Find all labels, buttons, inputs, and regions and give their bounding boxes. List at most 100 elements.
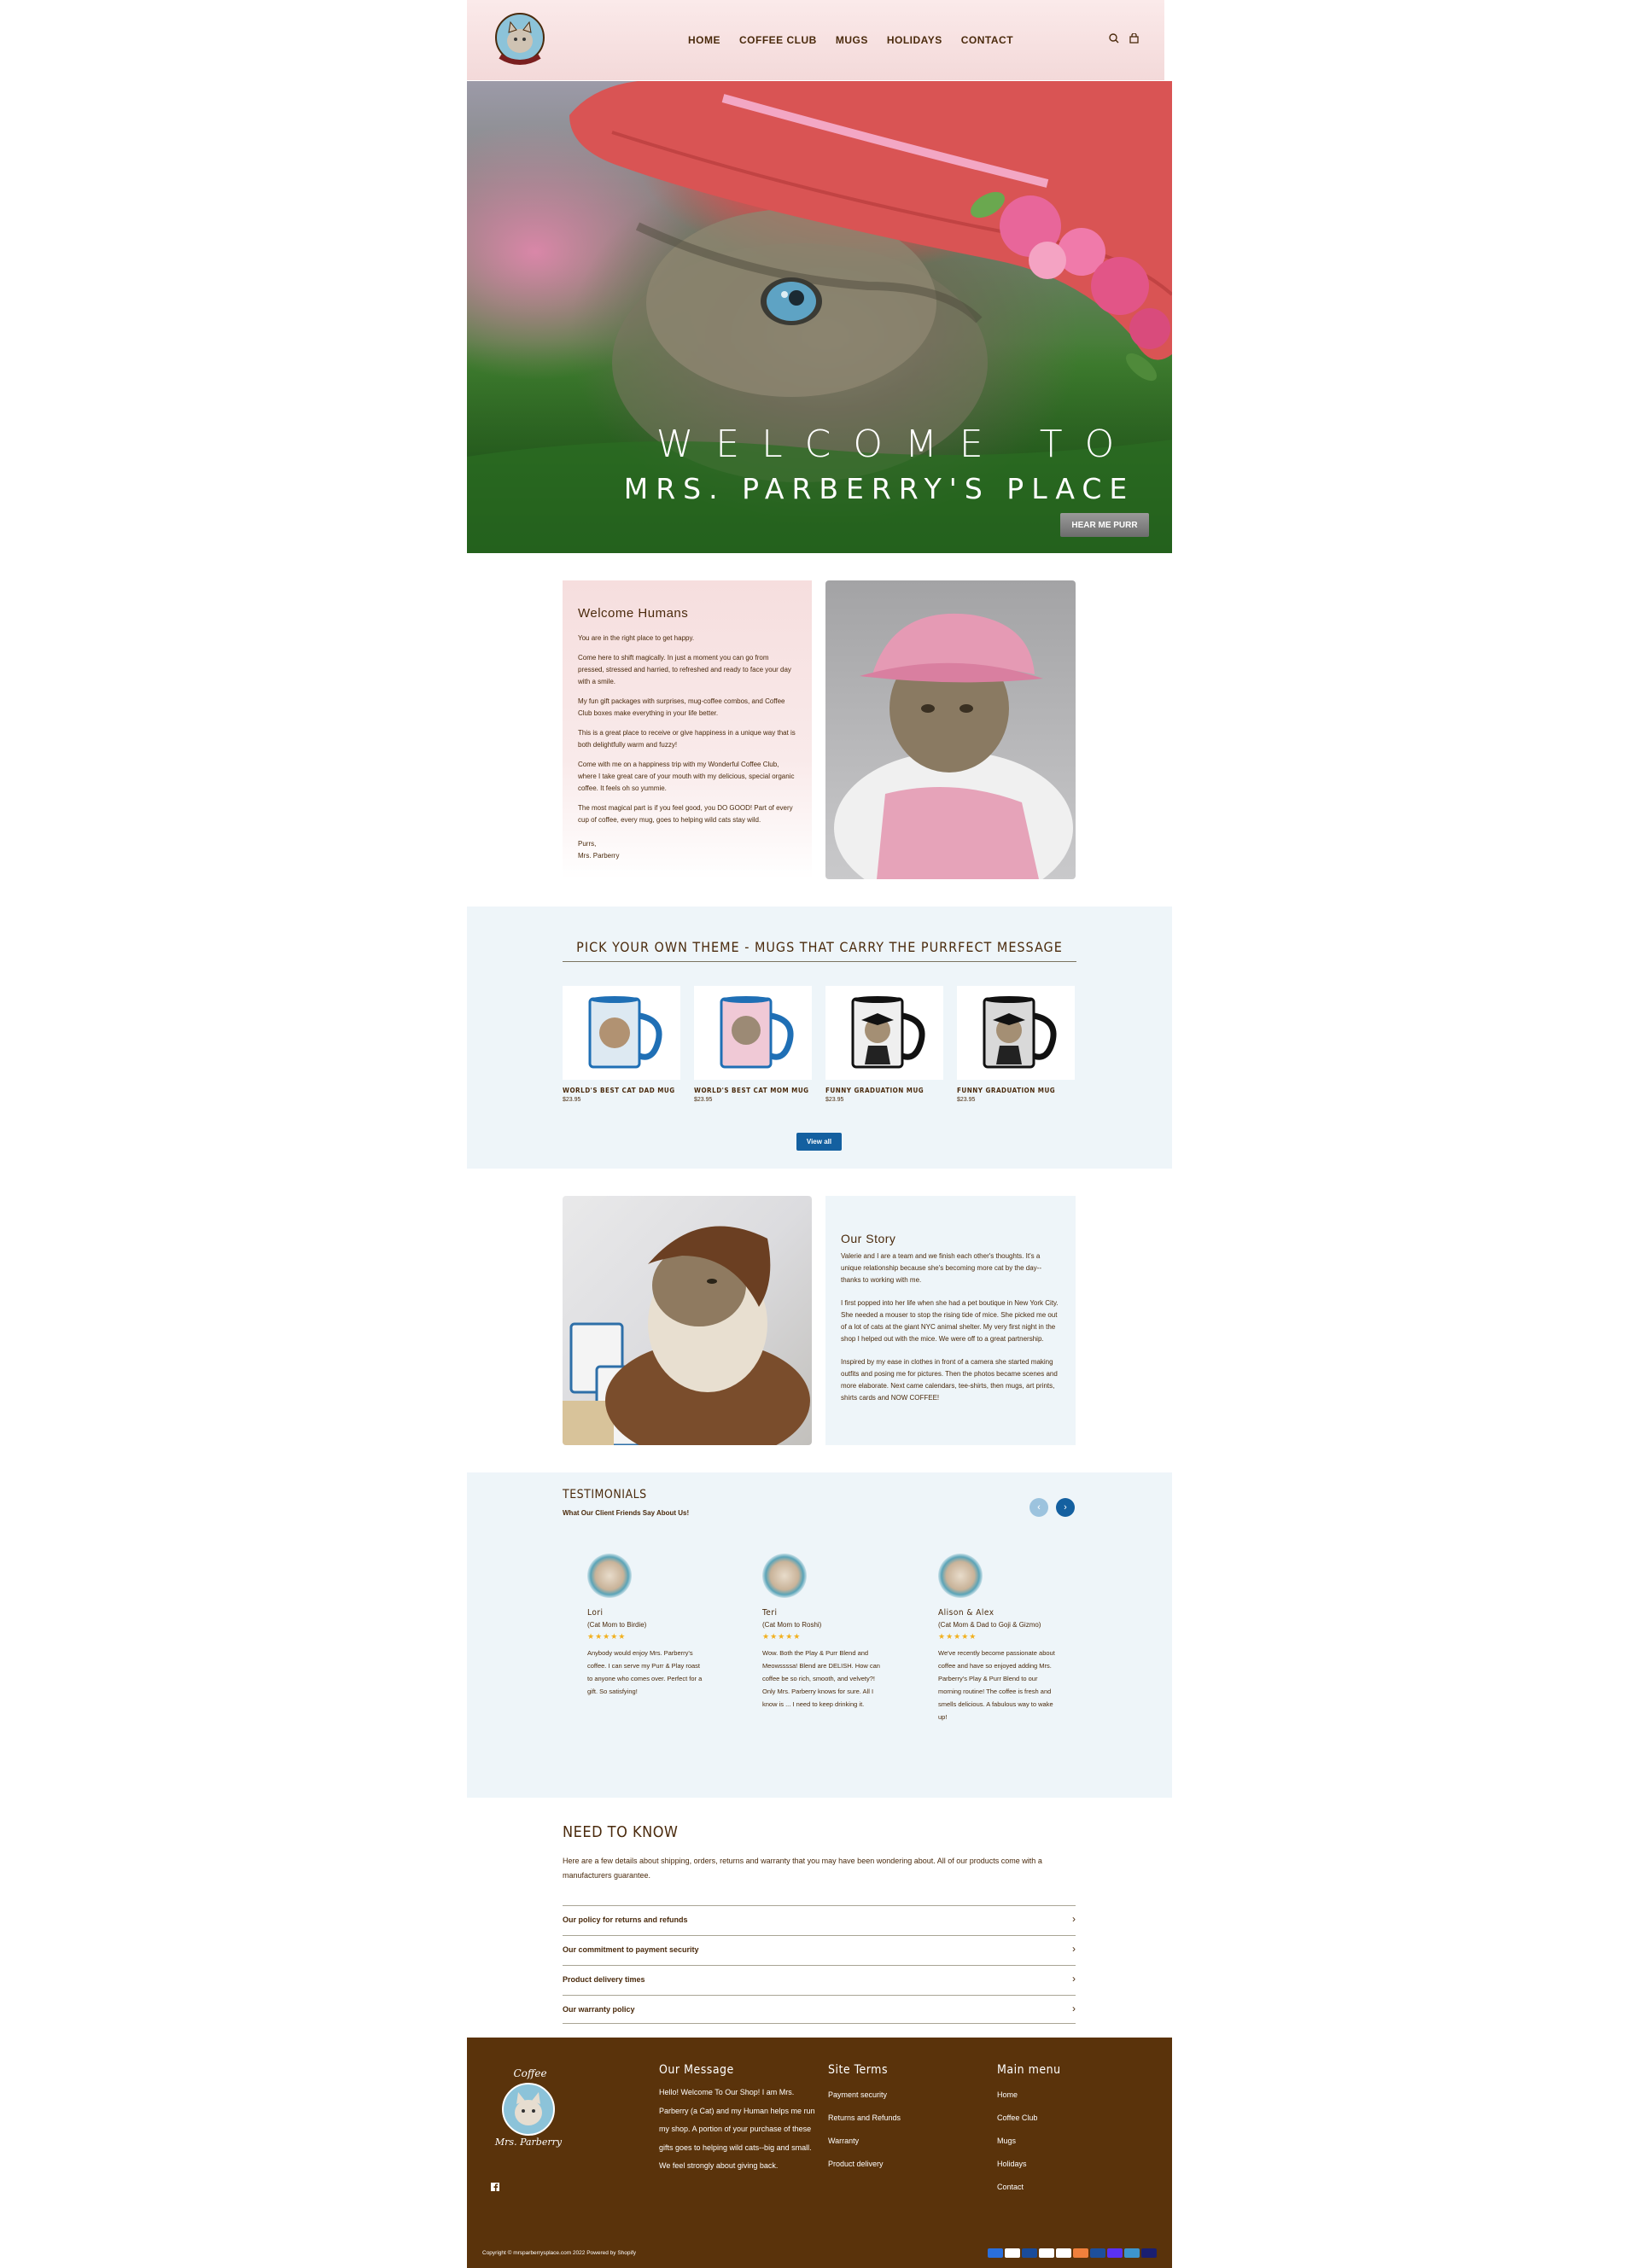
product-image[interactable] <box>563 986 680 1080</box>
nav-home[interactable]: HOME <box>688 34 720 46</box>
accordion-label[interactable]: Our policy for returns and refunds <box>563 1915 688 1924</box>
apple-pay-icon <box>1005 2248 1020 2258</box>
avatar <box>762 1554 807 1598</box>
chevron-right-icon[interactable]: › <box>1072 2003 1076 2014</box>
accordion-label[interactable]: Our commitment to payment security <box>563 1945 699 1954</box>
product-name[interactable]: WORLD'S BEST CAT MOM MUG <box>694 1087 812 1094</box>
product-image[interactable] <box>825 986 943 1080</box>
main-nav: HOME COFFEE CLUB MUGS HOLIDAYS CONTACT <box>688 34 1013 46</box>
footer-link-mugs[interactable]: Mugs <box>997 2130 1125 2153</box>
footer-logo-text: Mrs. Parberry <box>494 2137 563 2148</box>
google-pay-icon <box>1056 2248 1071 2258</box>
story-paragraph: Inspired by my ease in clothes in front … <box>841 1358 1058 1402</box>
footer-link-warranty[interactable]: Warranty <box>828 2130 956 2153</box>
star-rating: ★★★★★ <box>938 1632 977 1641</box>
testimonial-relation: (Cat Mom to Roshi) <box>762 1621 822 1629</box>
accordion-label[interactable]: Our warranty policy <box>563 2005 635 2014</box>
header-icons <box>1109 33 1139 44</box>
venmo-icon <box>1124 2248 1140 2258</box>
mugs-section-title: PICK YOUR OWN THEME - MUGS THAT CARRY TH… <box>576 939 1063 955</box>
next-arrow-button[interactable]: › <box>1056 1498 1075 1517</box>
paypal-icon <box>1090 2248 1105 2258</box>
footer-link-delivery[interactable]: Product delivery <box>828 2153 956 2176</box>
hero-subtitle: MRS. PARBERRY'S PLACE <box>623 472 1135 505</box>
facebook-icon[interactable] <box>491 2180 499 2195</box>
hero-title: WELCOME TO <box>656 423 1137 466</box>
nav-coffee-club[interactable]: COFFEE CLUB <box>739 34 817 46</box>
footer-link-home[interactable]: Home <box>997 2084 1125 2107</box>
accordion-label[interactable]: Product delivery times <box>563 1975 645 1984</box>
testimonial-name: Alison & Alex <box>938 1608 994 1618</box>
product-card[interactable]: WORLD'S BEST CAT MOM MUG $23.95 <box>694 986 812 1103</box>
accordion-delivery-times[interactable]: Product delivery times › <box>563 1965 1076 1994</box>
welcome-paragraph: Come with me on a happiness trip with my… <box>578 761 795 792</box>
testimonial-card: Alison & Alex (Cat Mom & Dad to Goji & G… <box>938 1554 1058 1723</box>
product-price: $23.95 <box>825 1097 844 1103</box>
nav-mugs[interactable]: MUGS <box>836 34 868 46</box>
footer-logo[interactable]: Coffee Mrs. Parberry <box>491 2065 566 2150</box>
accordion-payment-security[interactable]: Our commitment to payment security › <box>563 1935 1076 1964</box>
footer-link-payment-security[interactable]: Payment security <box>828 2084 956 2107</box>
logo[interactable] <box>490 7 550 73</box>
star-rating: ★★★★★ <box>762 1632 802 1641</box>
product-name[interactable]: WORLD'S BEST CAT DAD MUG <box>563 1087 680 1094</box>
welcome-paragraph: The most magical part is if you feel goo… <box>578 804 793 824</box>
product-image[interactable] <box>957 986 1075 1080</box>
product-card[interactable]: FUNNY GRADUATION MUG $23.95 <box>825 986 943 1103</box>
signoff-name: Mrs. Parberry <box>578 852 620 860</box>
product-price: $23.95 <box>957 1097 976 1103</box>
cat-in-pink-cap-photo <box>825 580 1076 879</box>
star-rating: ★★★★★ <box>587 1632 627 1641</box>
testimonials-title: TESTIMONIALS <box>563 1488 647 1501</box>
product-price: $23.95 <box>563 1097 581 1103</box>
footer-link-contact[interactable]: Contact <box>997 2176 1125 2199</box>
story-paragraph: Valerie and I are a team and we finish e… <box>841 1252 1041 1284</box>
signoff-purrs: Purrs, <box>578 840 597 848</box>
product-price: $23.95 <box>694 1097 713 1103</box>
view-all-button[interactable]: View all <box>796 1133 842 1151</box>
testimonials-subtitle: What Our Client Friends Say About Us! <box>563 1509 690 1517</box>
site-header: HOME COFFEE CLUB MUGS HOLIDAYS CONTACT <box>467 0 1164 80</box>
footer-link-returns[interactable]: Returns and Refunds <box>828 2107 956 2130</box>
product-card[interactable]: FUNNY GRADUATION MUG $23.95 <box>957 986 1075 1103</box>
product-image[interactable] <box>694 986 812 1080</box>
footer-logo-text: Coffee <box>513 2067 546 2079</box>
testimonial-relation: (Cat Mom to Birdie) <box>587 1621 647 1629</box>
testimonial-card: Lori (Cat Mom to Birdie) ★★★★★ Anybody w… <box>587 1554 707 1698</box>
testimonial-name: Teri <box>762 1608 778 1618</box>
footer-menu-column: Main menu Home Coffee Club Mugs Holidays… <box>997 2063 1125 2199</box>
welcome-card: Welcome Humans You are in the right plac… <box>563 580 812 879</box>
copyright-text: Copyright © mrsparberrysplace.com 2022 P… <box>482 2250 637 2256</box>
footer-link-coffee-club[interactable]: Coffee Club <box>997 2107 1125 2130</box>
product-card[interactable]: WORLD'S BEST CAT DAD MUG $23.95 <box>563 986 680 1103</box>
visa-icon <box>1141 2248 1157 2258</box>
accordion-returns[interactable]: Our policy for returns and refunds › <box>563 1905 1076 1934</box>
accordion-warranty[interactable]: Our warranty policy › <box>563 1995 1076 2024</box>
chevron-right-icon[interactable]: › <box>1072 1943 1076 1955</box>
product-name[interactable]: FUNNY GRADUATION MUG <box>957 1087 1075 1094</box>
search-icon[interactable] <box>1109 33 1119 44</box>
testimonial-text: We've recently become passionate about c… <box>938 1649 1055 1721</box>
testimonials-section: TESTIMONIALS What Our Client Friends Say… <box>467 1472 1172 1798</box>
nav-holidays[interactable]: HOLIDAYS <box>887 34 942 46</box>
nav-contact[interactable]: CONTACT <box>961 34 1013 46</box>
chevron-right-icon[interactable]: › <box>1072 1913 1076 1925</box>
footer-link-holidays[interactable]: Holidays <box>997 2153 1125 2176</box>
chevron-right-icon[interactable]: › <box>1072 1973 1076 1985</box>
avatar <box>938 1554 983 1598</box>
need-to-know-title: NEED TO KNOW <box>563 1823 679 1841</box>
prev-arrow-button[interactable]: ‹ <box>1029 1498 1048 1517</box>
footer-message-title: Our Message <box>659 2063 734 2077</box>
welcome-paragraph: Come here to shift magically. In just a … <box>578 654 791 685</box>
site-footer: Coffee Mrs. Parberry Our Message Hello! … <box>467 2038 1172 2268</box>
welcome-paragraph: You are in the right place to get happy. <box>578 634 695 642</box>
payment-icons <box>988 2248 1157 2258</box>
mastercard-icon <box>1073 2248 1088 2258</box>
footer-menu-title: Main menu <box>997 2063 1061 2077</box>
welcome-heading: Welcome Humans <box>578 606 689 621</box>
product-name[interactable]: FUNNY GRADUATION MUG <box>825 1087 943 1094</box>
divider <box>563 2023 1076 2024</box>
hear-me-purr-button[interactable]: HEAR ME PURR <box>1060 513 1149 537</box>
divider <box>563 961 1076 962</box>
cart-icon[interactable] <box>1129 33 1139 44</box>
